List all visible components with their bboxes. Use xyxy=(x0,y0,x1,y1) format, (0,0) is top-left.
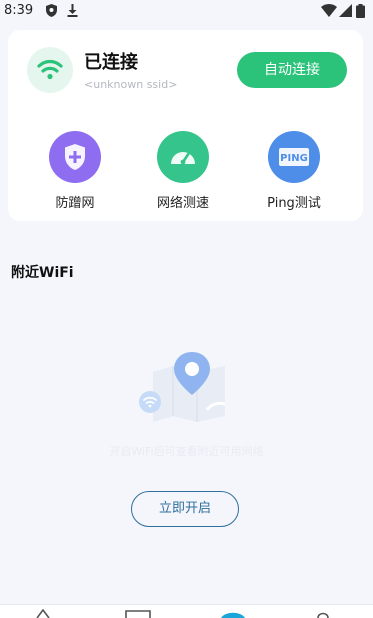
empty-hint: 开启WiFi后可查看附近可用网络 xyxy=(109,445,264,458)
tool-ping-test[interactable]: PING Ping测试 xyxy=(249,131,339,211)
signal-icon xyxy=(339,4,352,17)
download-icon xyxy=(67,4,78,17)
nearby-wifi-title: 附近WiFi xyxy=(11,265,74,281)
ssid-label: <unknown ssid> xyxy=(84,78,178,91)
wifi-icon xyxy=(321,4,337,17)
connection-card: 已连接 <unknown ssid> 自动连接 防蹭网 网络测速 PING Pi… xyxy=(8,30,363,221)
tool-label: 防蹭网 xyxy=(55,196,95,211)
shield-icon xyxy=(46,4,57,17)
status-bar: 8:39 xyxy=(0,0,373,24)
tool-anti-leech[interactable]: 防蹭网 xyxy=(30,131,120,211)
ping-icon: PING xyxy=(268,131,320,183)
auto-connect-button[interactable]: 自动连接 xyxy=(237,52,347,88)
status-time: 8:39 xyxy=(4,3,34,18)
tool-label: 网络测速 xyxy=(156,196,209,211)
wifi-badge xyxy=(27,47,73,93)
wifi-connected-icon xyxy=(37,59,63,80)
connection-status: 已连接 xyxy=(84,52,138,73)
bottom-tab-bar xyxy=(0,604,373,618)
tool-label: Ping测试 xyxy=(267,196,321,211)
tool-speed-test[interactable]: 网络测速 xyxy=(138,131,228,211)
shield-plus-icon xyxy=(49,131,101,183)
speedometer-icon xyxy=(157,131,209,183)
open-wifi-button[interactable]: 立即开启 xyxy=(131,491,239,527)
svg-text:PING: PING xyxy=(280,153,308,164)
empty-map-illustration-icon xyxy=(139,352,226,422)
battery-icon xyxy=(356,4,365,18)
